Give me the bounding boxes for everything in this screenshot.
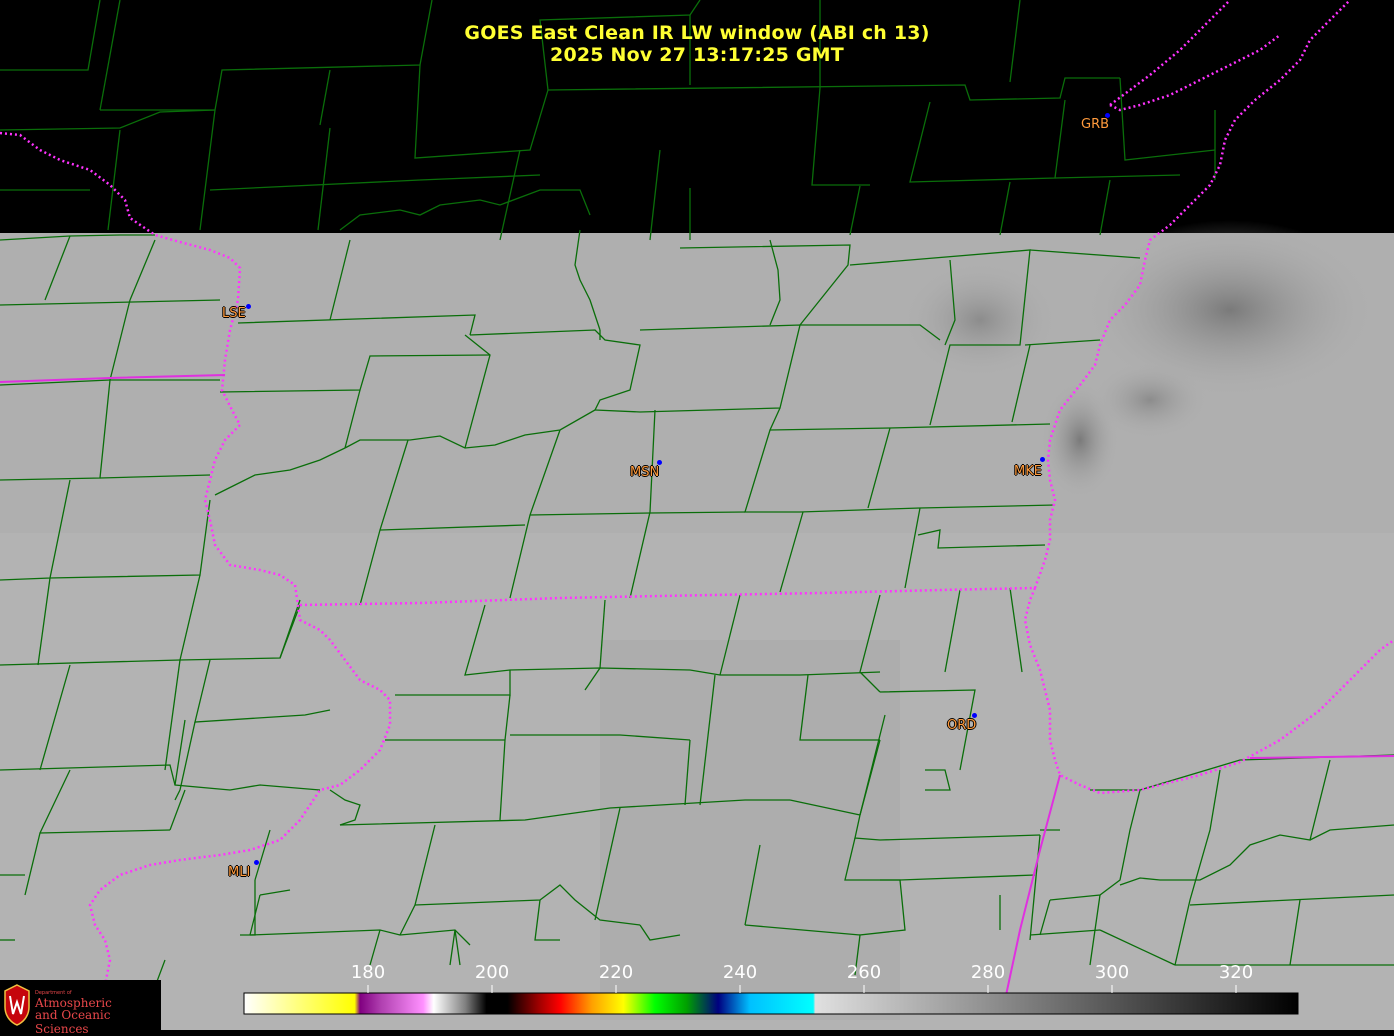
station-label-ord: ORD	[947, 718, 977, 733]
colorbar-tick-label: 240	[722, 962, 758, 983]
logo-name-line2: and Oceanic Sciences	[35, 1008, 111, 1036]
station-label-mli: MLI	[228, 865, 251, 880]
colorbar-tick-label: 300	[1094, 962, 1130, 983]
station-label-grb: GRB	[1081, 117, 1110, 132]
station-label-msn: MSN	[630, 465, 660, 480]
station-dot-mke	[1040, 457, 1045, 462]
station-dot-mli	[254, 860, 259, 865]
colorbar-tick-label: 320	[1218, 962, 1254, 983]
colorbar-tick-label: 260	[846, 962, 882, 983]
colorbar	[243, 992, 1299, 1015]
map-timestamp: 2025 Nov 27 13:17:25 GMT	[550, 44, 844, 66]
cloud-patch	[900, 260, 1060, 380]
cloud-patch	[1090, 360, 1210, 440]
station-label-mke: MKE	[1014, 464, 1042, 479]
aos-logo: Department of Atmospheric and Oceanic Sc…	[0, 980, 161, 1036]
colorbar-tick-label: 280	[970, 962, 1006, 983]
station-dot-lse	[246, 304, 251, 309]
colorbar-tick-label: 200	[474, 962, 510, 983]
colorbar-tick-label: 220	[598, 962, 634, 983]
colorbar-tick-label: 180	[350, 962, 386, 983]
station-label-lse: LSE	[222, 306, 246, 321]
map-title: GOES East Clean IR LW window (ABI ch 13)	[464, 22, 930, 44]
satellite-map	[0, 0, 1394, 1030]
uw-crest-icon	[4, 984, 30, 1026]
